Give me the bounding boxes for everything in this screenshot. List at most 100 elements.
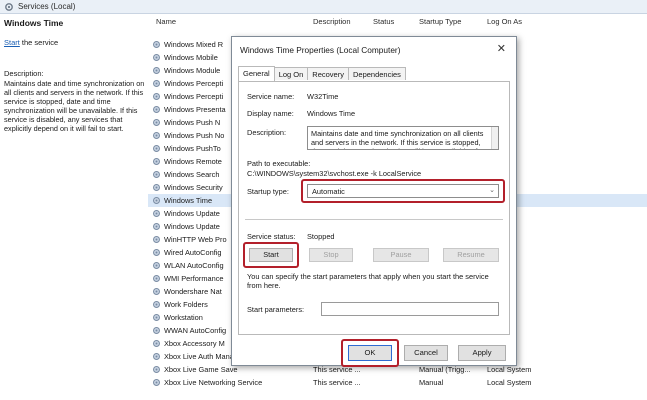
gear-icon — [153, 132, 160, 139]
description-box[interactable]: Maintains date and time synchronization … — [307, 126, 499, 150]
service-name: Work Folders — [164, 300, 208, 309]
path-value: C:\WINDOWS\system32\svchost.exe -k Local… — [247, 169, 422, 178]
tab-general[interactable]: General — [238, 66, 275, 81]
close-icon[interactable]: ✕ — [497, 42, 506, 55]
service-name: Windows Presenta — [164, 105, 226, 114]
gear-icon — [153, 54, 160, 61]
service-name: Windows Security — [164, 183, 223, 192]
table-row[interactable]: Xbox Live Networking Service This service… — [148, 376, 647, 389]
column-log-on-as[interactable]: Log On As — [487, 17, 522, 26]
tab-dependencies[interactable]: Dependencies — [347, 67, 406, 80]
gear-icon — [5, 2, 13, 11]
start-service-link[interactable]: Start — [4, 38, 20, 47]
gear-icon — [153, 249, 160, 256]
description-text: Maintains date and time synchronization … — [4, 79, 145, 133]
tab-recovery[interactable]: Recovery — [307, 67, 349, 80]
gear-icon — [153, 41, 160, 48]
service-name: Windows Push N — [164, 118, 221, 127]
resume-button[interactable]: Resume — [443, 248, 499, 262]
general-panel: Service name: W32Time Display name: Wind… — [238, 81, 510, 335]
service-name: Windows Remote — [164, 157, 222, 166]
gear-icon — [153, 314, 160, 321]
column-status[interactable]: Status — [373, 17, 394, 26]
service-name: Windows Push No — [164, 131, 225, 140]
gear-icon — [153, 158, 160, 165]
description-pane: Windows Time Start the service Descripti… — [0, 14, 148, 400]
dialog-tabs: General Log On Recovery Dependencies — [238, 66, 406, 81]
cancel-button[interactable]: Cancel — [404, 345, 448, 361]
service-name: Workstation — [164, 313, 203, 322]
tab-log-on[interactable]: Log On — [273, 67, 309, 80]
pane-title: Services (Local) — [18, 2, 76, 11]
gear-icon — [153, 379, 160, 386]
service-name: Windows Percepti — [164, 79, 224, 88]
gear-icon — [153, 301, 160, 308]
description-scrollbar[interactable] — [491, 127, 498, 149]
description-box-text: Maintains date and time synchronization … — [311, 129, 484, 149]
gear-icon — [153, 106, 160, 113]
service-description: This service ... — [313, 378, 361, 387]
gear-icon — [153, 184, 160, 191]
gear-icon — [153, 366, 160, 373]
service-name: Wondershare Nat — [164, 287, 222, 296]
gear-icon — [153, 236, 160, 243]
path-label: Path to executable: — [247, 159, 311, 168]
gear-icon — [153, 340, 160, 347]
service-startup-type: Manual (Trigg... — [419, 365, 471, 374]
column-name[interactable]: Name — [156, 17, 176, 26]
start-params-label: Start parameters: — [247, 305, 305, 314]
service-name-value: W32Time — [307, 92, 339, 101]
start-service-suffix: the service — [19, 38, 59, 47]
apply-button[interactable]: Apply — [458, 345, 506, 361]
gear-icon — [153, 210, 160, 217]
service-name: WMI Performance — [164, 274, 224, 283]
selected-service-name: Windows Time — [4, 18, 64, 28]
service-name: Windows Search — [164, 170, 220, 179]
column-startup-type[interactable]: Startup Type — [419, 17, 461, 26]
pause-button[interactable]: Pause — [373, 248, 429, 262]
dialog-title: Windows Time Properties (Local Computer) — [240, 45, 401, 55]
service-name-label: Service name: — [247, 92, 295, 101]
service-name: Xbox Accessory M — [164, 339, 225, 348]
gear-icon — [153, 171, 160, 178]
service-name: WinHTTP Web Pro — [164, 235, 227, 244]
service-name: WLAN AutoConfig — [164, 261, 224, 270]
startup-type-highlight — [301, 179, 505, 203]
service-startup-type: Manual — [419, 378, 444, 387]
service-name: Xbox Live Game Save — [164, 365, 238, 374]
gear-icon — [153, 80, 160, 87]
service-log-on-as: Local System — [487, 378, 532, 387]
description-label: Description: — [4, 69, 44, 78]
service-name: Xbox Live Networking Service — [164, 378, 263, 387]
startup-type-label: Startup type: — [247, 187, 289, 196]
service-status-label: Service status: — [247, 232, 296, 241]
gear-icon — [153, 353, 160, 360]
service-name: WWAN AutoConfig — [164, 326, 227, 335]
service-name: Windows Percepti — [164, 92, 224, 101]
ok-button-highlight — [341, 339, 399, 367]
stop-button[interactable]: Stop — [309, 248, 353, 262]
display-name-label: Display name: — [247, 109, 294, 118]
service-name: Windows Time — [164, 196, 213, 205]
properties-dialog: Windows Time Properties (Local Computer)… — [231, 36, 517, 367]
services-header: Services (Local) — [0, 0, 647, 14]
start-params-hint: You can specify the start parameters tha… — [247, 272, 489, 290]
gear-icon — [153, 197, 160, 204]
gear-icon — [153, 288, 160, 295]
start-button-highlight — [243, 242, 299, 268]
service-name: Windows Module — [164, 66, 221, 75]
service-log-on-as: Local System — [487, 365, 532, 374]
gear-icon — [153, 223, 160, 230]
service-name: Wired AutoConfig — [164, 248, 222, 257]
gear-icon — [153, 327, 160, 334]
gear-icon — [153, 119, 160, 126]
service-name: Windows PushTo — [164, 144, 221, 153]
gear-icon — [153, 145, 160, 152]
column-headers: Name Description Status Startup Type Log… — [148, 14, 647, 28]
start-params-input[interactable] — [321, 302, 499, 316]
gear-icon — [153, 67, 160, 74]
service-status-value: Stopped — [307, 232, 335, 241]
divider — [245, 219, 503, 220]
column-description[interactable]: Description — [313, 17, 351, 26]
service-name: Windows Update — [164, 209, 220, 218]
